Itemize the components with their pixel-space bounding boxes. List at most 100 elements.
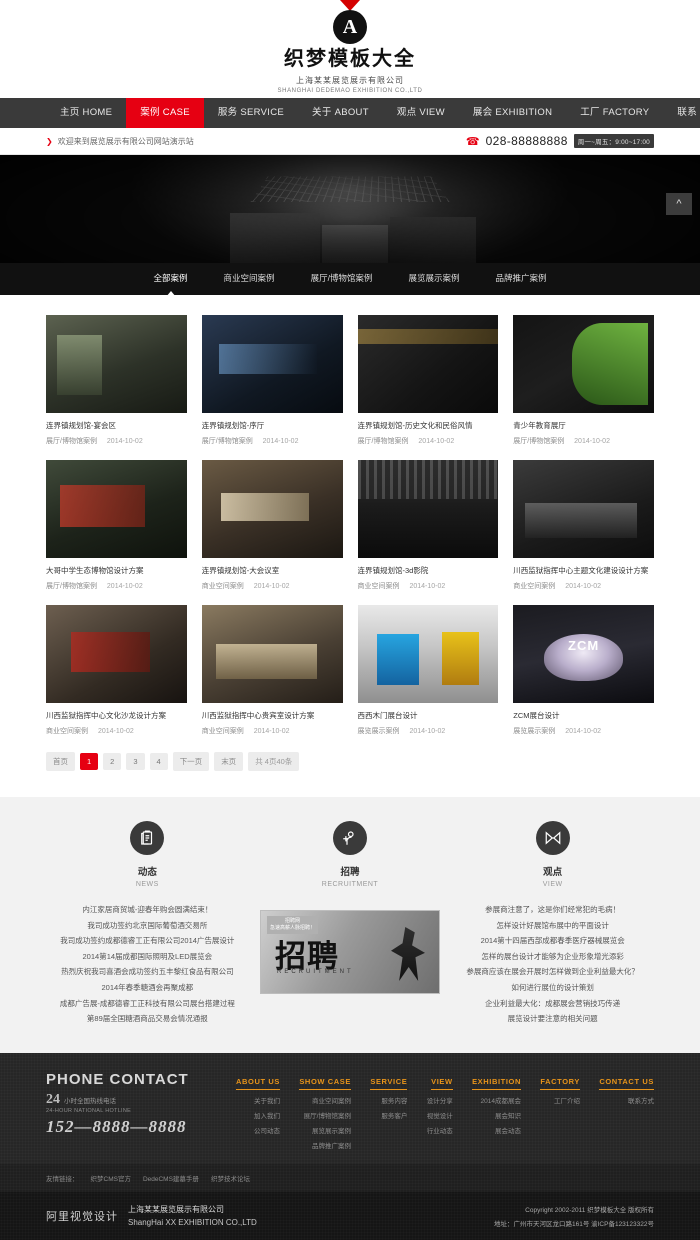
nav-item-7[interactable]: 联系 CONTACT bbox=[663, 98, 700, 128]
footer-link[interactable]: 展会知识 bbox=[472, 1110, 521, 1120]
nav-item-4[interactable]: 观点 VIEW bbox=[383, 98, 459, 128]
case-thumbnail[interactable] bbox=[357, 460, 499, 558]
footer-link[interactable]: 行业动态 bbox=[427, 1125, 453, 1135]
footer-link[interactable]: 商业空间案例 bbox=[299, 1095, 351, 1105]
friend-link[interactable]: 织梦CMS官方 bbox=[91, 1173, 131, 1183]
news-item[interactable]: 内江家居商贸城-迎春年购会圆满结束！ bbox=[46, 902, 249, 918]
nav-item-5[interactable]: 展会 EXHIBITION bbox=[459, 98, 566, 128]
case-card[interactable]: 青少年教育展厅 展厅/博物馆案例 2014-10-02 bbox=[513, 315, 654, 446]
news-item[interactable]: 第89届全国糖酒商品交易会情况通报 bbox=[46, 1011, 249, 1027]
pager-next[interactable]: 下一页 bbox=[172, 752, 210, 771]
case-thumbnail[interactable] bbox=[513, 315, 654, 413]
case-card[interactable]: 连界镇规划馆-大会议室 商业空间案例 2014-10-02 bbox=[201, 460, 343, 591]
pager-page-4[interactable]: 4 bbox=[149, 753, 168, 770]
view-item[interactable]: 怎样设计好展馆布展中的平面设计 bbox=[451, 918, 654, 934]
nav-item-3[interactable]: 关于 ABOUT bbox=[298, 98, 383, 128]
case-card[interactable]: 川西监狱指挥中心文化沙龙设计方案 商业空间案例 2014-10-02 bbox=[46, 605, 187, 736]
booth-panel bbox=[441, 632, 479, 686]
case-thumbnail[interactable] bbox=[46, 460, 187, 558]
case-overlay-text: ZCM bbox=[568, 638, 600, 654]
news-item[interactable]: 我司成功签约成都德睿工正有限公司2014广告展设计 bbox=[46, 933, 249, 949]
footer-link[interactable]: 设计分享 bbox=[427, 1095, 453, 1105]
news-item[interactable]: 我司成功签约北京国际葡萄酒交易所 bbox=[46, 918, 249, 934]
pager-first[interactable]: 首页 bbox=[46, 752, 75, 771]
case-title: 川西监狱指挥中心贵宾室设计方案 bbox=[201, 711, 315, 720]
news-item[interactable]: 热烈庆祝我司喜酒会成功签约五丰黎红食品有限公司 bbox=[46, 964, 249, 980]
pager-page-2[interactable]: 2 bbox=[103, 753, 122, 770]
info-column-view[interactable]: 观点 VIEW bbox=[451, 821, 654, 888]
case-card[interactable]: 连界镇规划馆-宴会区 展厅/博物馆案例 2014-10-02 bbox=[46, 315, 187, 446]
case-thumbnail[interactable] bbox=[201, 605, 343, 703]
friend-link[interactable]: 织梦技术论坛 bbox=[211, 1173, 250, 1183]
logo-mark-icon: A bbox=[329, 0, 371, 46]
nav-item-2[interactable]: 服务 SERVICE bbox=[204, 98, 298, 128]
case-title: 大哥中学生态博物馆设计方案 bbox=[46, 566, 144, 575]
news-list: 内江家居商贸城-迎春年购会圆满结束！ 我司成功签约北京国际葡萄酒交易所 我司成功签约… bbox=[46, 902, 249, 1027]
nav-item-1[interactable]: 案例 CASE bbox=[126, 98, 204, 128]
info-column-news[interactable]: 动态 NEWS bbox=[46, 821, 249, 888]
footer-link[interactable]: 工厂介绍 bbox=[540, 1095, 580, 1105]
case-thumbnail[interactable]: ZCM bbox=[513, 605, 654, 703]
news-item[interactable]: 2014第14届成都国际照明及LED展览会 bbox=[46, 949, 249, 965]
site-header: A 织梦模板大全 上海某某展览展示有限公司 SHANGHAI DEDEMAO E… bbox=[0, 0, 700, 98]
case-thumbnail[interactable] bbox=[513, 460, 654, 558]
view-item[interactable]: 2014第十四届西部成都春季医疗器械展览会 bbox=[451, 933, 654, 949]
footer-link[interactable]: 加入我们 bbox=[236, 1110, 280, 1120]
recruitment-poster[interactable]: 招聘网 急速高薪人脉招聘！ 招聘 RECRUITMENT bbox=[259, 910, 440, 994]
case-thumbnail[interactable] bbox=[357, 605, 499, 703]
footer-link[interactable]: 公司动态 bbox=[236, 1125, 280, 1135]
case-category: 展厅/博物馆案例 bbox=[513, 438, 565, 445]
info-column-recruitment[interactable]: 招聘 RECRUITMENT bbox=[249, 821, 452, 888]
view-item[interactable]: 展览设计要注意的相关问题 bbox=[451, 1011, 654, 1027]
pager-page-3[interactable]: 3 bbox=[126, 753, 145, 770]
view-item[interactable]: 参展商应该在展会开展时怎样做到企业利益最大化？ bbox=[451, 964, 654, 980]
view-item[interactable]: 企业利益最大化：成都展会营销技巧传递 bbox=[451, 996, 654, 1012]
case-card[interactable]: ZCM ZCM展台设计 展览展示案例 2014-10-02 bbox=[513, 605, 654, 736]
pager-page-1[interactable]: 1 bbox=[80, 753, 99, 770]
info-icon-row: 动态 NEWS 招聘 RECRUITMENT 观点 VIEW bbox=[46, 821, 654, 888]
footer-column-4: EXHIBITION 2014成都展会 展会知识 展会动态 bbox=[472, 1071, 521, 1150]
news-item[interactable]: 成都广告展-成都德睿工正科技有限公司展台搭建过程 bbox=[46, 996, 249, 1012]
nav-item-0[interactable]: 主页 HOME bbox=[46, 98, 126, 128]
footer-link[interactable]: 关于我们 bbox=[236, 1095, 280, 1105]
category-tab-1[interactable]: 商业空间案例 bbox=[224, 272, 275, 287]
category-tab-3[interactable]: 展览展示案例 bbox=[408, 272, 459, 287]
case-thumbnail[interactable] bbox=[46, 315, 187, 413]
footer-link[interactable]: 展览展示案例 bbox=[299, 1125, 351, 1135]
category-tab-4[interactable]: 品牌推广案例 bbox=[495, 272, 546, 287]
view-item[interactable]: 怎样的展台设计才能够为企业形象增光添彩 bbox=[451, 949, 654, 965]
nav-item-6[interactable]: 工厂 FACTORY bbox=[566, 98, 663, 128]
footer-link[interactable]: 服务客户 bbox=[370, 1110, 407, 1120]
view-item[interactable]: 参展商注意了，这是你们经常犯的毛病！ bbox=[451, 902, 654, 918]
back-to-top-button[interactable]: ^ bbox=[666, 193, 692, 215]
case-category: 展厅/博物馆案例 bbox=[357, 438, 409, 445]
copyright-line2: 地址：广州市天河区龙口路161号 渝ICP备123123322号 bbox=[493, 1220, 654, 1228]
pager-last[interactable]: 末页 bbox=[214, 752, 244, 771]
footer-link[interactable]: 联系方式 bbox=[599, 1095, 654, 1105]
footer-link[interactable]: 视觉设计 bbox=[427, 1110, 453, 1120]
case-card[interactable]: 大哥中学生态博物馆设计方案 展厅/博物馆案例 2014-10-02 bbox=[46, 460, 187, 591]
case-card[interactable]: 连界镇规划馆-3d影院 商业空间案例 2014-10-02 bbox=[357, 460, 499, 591]
case-thumbnail[interactable] bbox=[46, 605, 187, 703]
friend-link[interactable]: DedeCMS建墓手册 bbox=[143, 1173, 199, 1183]
pagination: 首页 1 2 3 4 下一页 末页共 4页40条 bbox=[0, 736, 700, 797]
category-tab-0[interactable]: 全部案例 bbox=[154, 272, 188, 297]
footer-link[interactable]: 品牌推广案例 bbox=[299, 1140, 351, 1150]
view-item[interactable]: 如何进行展位的设计策划 bbox=[451, 980, 654, 996]
footer-link[interactable]: 展厅/博物馆案例 bbox=[299, 1110, 351, 1120]
footer-link[interactable]: 展会动态 bbox=[472, 1125, 521, 1135]
case-card[interactable]: 川西监狱指挥中心主题文化建设设计方案 商业空间案例 2014-10-02 bbox=[513, 460, 654, 591]
footer-link[interactable]: 服务内容 bbox=[370, 1095, 407, 1105]
case-card[interactable]: 连界镇规划馆-历史文化和民俗风情 展厅/博物馆案例 2014-10-02 bbox=[357, 315, 499, 446]
logo-block[interactable]: A 织梦模板大全 上海某某展览展示有限公司 SHANGHAI DEDEMAO E… bbox=[0, 0, 700, 94]
case-card[interactable]: 川西监狱指挥中心贵宾室设计方案 商业空间案例 2014-10-02 bbox=[201, 605, 343, 736]
footer-link[interactable]: 2014成都展会 bbox=[472, 1095, 521, 1105]
case-card[interactable]: 西西木门展台设计 展览展示案例 2014-10-02 bbox=[357, 605, 499, 736]
case-thumbnail[interactable] bbox=[201, 315, 343, 413]
recruitment-block: 招聘网 急速高薪人脉招聘！ 招聘 RECRUITMENT bbox=[249, 902, 452, 994]
news-item[interactable]: 2014年春季糖酒会再聚成都 bbox=[46, 980, 249, 996]
case-thumbnail[interactable] bbox=[357, 315, 499, 413]
case-thumbnail[interactable] bbox=[201, 460, 343, 558]
category-tab-2[interactable]: 展厅/博物馆案例 bbox=[311, 272, 373, 287]
case-card[interactable]: 连界镇规划馆-序厅 展厅/博物馆案例 2014-10-02 bbox=[201, 315, 343, 446]
